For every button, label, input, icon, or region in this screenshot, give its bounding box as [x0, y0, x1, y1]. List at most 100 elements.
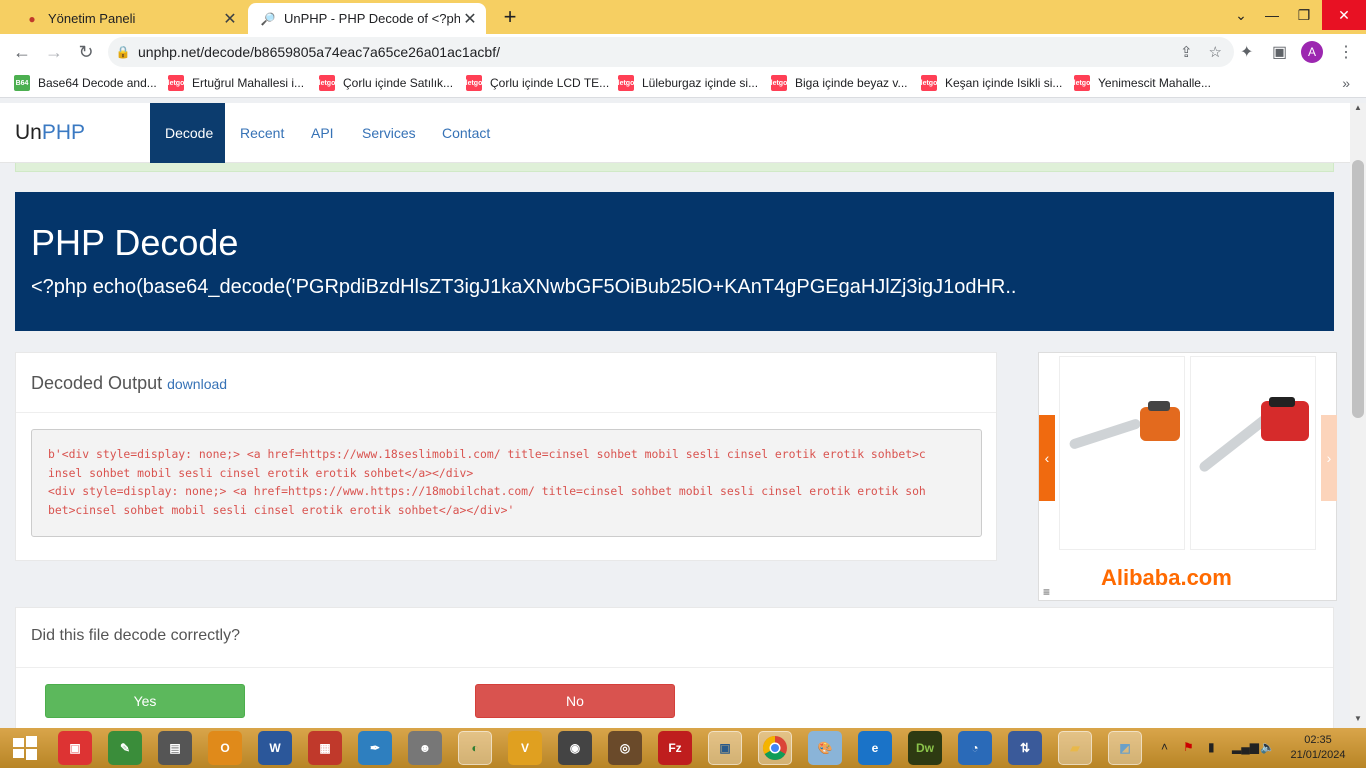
start-button[interactable]: [8, 731, 42, 765]
chainsaw-image: [1069, 401, 1180, 449]
bookmark-item[interactable]: letgo Biga içinde beyaz v...: [771, 75, 908, 91]
taskbar: ▣ ✎ ▤ O W ▦ ✒ ☻ ◐ V ◉ ◎ Fz ▣ 🎨 e Dw ◔ ⇅ …: [0, 728, 1366, 768]
scroll-down-icon[interactable]: ▼: [1350, 714, 1366, 723]
nav-api[interactable]: API: [296, 103, 349, 163]
paint-icon[interactable]: 🎨: [808, 731, 842, 765]
code-line: <div style=display: none;> <a href=https…: [48, 484, 926, 498]
code-line: b'<div style=display: none;> <a href=htt…: [48, 447, 926, 461]
new-tab-button[interactable]: +: [498, 4, 522, 30]
chevron-left-icon[interactable]: ‹: [1039, 415, 1055, 501]
dreamweaver-leaf-icon[interactable]: ◐: [458, 731, 492, 765]
bookmark-item[interactable]: B64 Base64 Decode and...: [14, 75, 157, 91]
device-app-icon[interactable]: ▤: [158, 731, 192, 765]
bookmark-item[interactable]: letgo Yenimescit Mahalle...: [1074, 75, 1211, 91]
bookmark-label: Lüleburgaz içinde si...: [642, 76, 759, 90]
forward-icon[interactable]: →: [42, 40, 66, 64]
star-icon[interactable]: ☆: [1209, 43, 1222, 61]
window-app-icon[interactable]: ▣: [708, 731, 742, 765]
letgo-icon: letgo: [319, 75, 335, 91]
system-clock[interactable]: 02:35 21/01/2024: [1288, 733, 1348, 763]
chevron-up-icon[interactable]: ˄: [1161, 740, 1168, 754]
back-icon[interactable]: ←: [10, 40, 34, 64]
outlook-icon[interactable]: O: [208, 731, 242, 765]
word-icon[interactable]: W: [258, 731, 292, 765]
download-link[interactable]: download: [167, 376, 227, 392]
advertisement[interactable]: ‹ › Alibaba.com ≡: [1038, 352, 1337, 601]
camera-app-icon[interactable]: ▣: [58, 731, 92, 765]
letgo-icon: letgo: [168, 75, 184, 91]
puzzle-icon[interactable]: ✦: [1240, 42, 1253, 62]
filezilla-icon[interactable]: Fz: [658, 731, 692, 765]
tab-unphp[interactable]: 🔎 UnPHP - PHP Decode of <?php e ✕: [248, 3, 486, 34]
brand-un: Un: [15, 121, 42, 144]
scroll-thumb[interactable]: [1352, 160, 1364, 418]
game-app-icon[interactable]: ◎: [608, 731, 642, 765]
chevron-right-icon[interactable]: ›: [1321, 415, 1337, 501]
feedback-panel: Did this file decode correctly? Yes No: [15, 607, 1334, 728]
bookmark-label: Çorlu içinde Satılık...: [343, 76, 454, 90]
code-line: insel sohbet mobil sesli cinsel erotik e…: [48, 465, 474, 480]
page-scrollbar[interactable]: ▲ ▼: [1350, 103, 1366, 728]
site-logo[interactable]: UnPHP: [15, 121, 85, 145]
bookmark-item[interactable]: letgo Lüleburgaz içinde si...: [618, 75, 758, 91]
bookmark-item[interactable]: letgo Çorlu içinde Satılık...: [319, 75, 453, 91]
chainsaw-image: [1199, 397, 1309, 472]
page-title: PHP Decode: [31, 222, 239, 263]
pen-app-icon[interactable]: ✎: [108, 731, 142, 765]
ad-product-card[interactable]: [1190, 356, 1316, 550]
feather-app-icon[interactable]: ✒: [358, 731, 392, 765]
media-app-icon[interactable]: ◉: [558, 731, 592, 765]
dreamweaver-icon[interactable]: Dw: [908, 731, 942, 765]
bookmark-item[interactable]: letgo Ertuğrul Mahallesi i...: [168, 75, 304, 91]
nav-services[interactable]: Services: [347, 103, 431, 163]
ad-product-card[interactable]: [1059, 356, 1185, 550]
battery-icon[interactable]: ▮: [1208, 740, 1215, 754]
share-icon[interactable]: ⇪: [1180, 43, 1193, 61]
panel-title: Decoded Output: [31, 373, 163, 393]
close-icon[interactable]: ✕: [220, 9, 240, 29]
no-button[interactable]: No: [475, 684, 675, 718]
menu-dots-icon[interactable]: ⋮: [1338, 42, 1354, 62]
tab-title: Yönetim Paneli: [48, 11, 136, 26]
avatar[interactable]: A: [1301, 41, 1323, 63]
disc-app-icon[interactable]: ◔: [958, 731, 992, 765]
alibaba-logo[interactable]: Alibaba.com: [1101, 565, 1232, 591]
flag-icon[interactable]: ⚑: [1183, 740, 1194, 754]
network-app-icon[interactable]: ⇅: [1008, 731, 1042, 765]
nav-contact[interactable]: Contact: [427, 103, 505, 163]
chevron-right-icon[interactable]: »: [1342, 75, 1350, 91]
character-app-icon[interactable]: ☻: [408, 731, 442, 765]
bookmark-item[interactable]: letgo Keşan içinde Isikli si...: [921, 75, 1062, 91]
bookmark-item[interactable]: letgo Çorlu içinde LCD TE...: [466, 75, 609, 91]
nav-recent[interactable]: Recent: [225, 103, 299, 163]
ad-menu-icon[interactable]: ≡: [1043, 585, 1050, 599]
reload-icon[interactable]: ↻: [74, 40, 98, 64]
volume-icon[interactable]: 🔈: [1260, 740, 1275, 754]
tab-strip: ● Yönetim Paneli ✕ 🔎 UnPHP - PHP Decode …: [0, 0, 1366, 34]
magnifier-icon: 🔎: [260, 11, 276, 26]
archive-app-icon[interactable]: ▦: [308, 731, 342, 765]
restore-button[interactable]: ❐: [1290, 0, 1318, 30]
window-close-button[interactable]: ✕: [1322, 0, 1366, 30]
signal-icon[interactable]: ▂▄▆: [1232, 740, 1259, 754]
chevron-down-icon[interactable]: ⌄: [1228, 0, 1254, 30]
scroll-up-icon[interactable]: ▲: [1350, 103, 1366, 112]
nav-decode[interactable]: Decode: [150, 103, 225, 163]
bookmark-label: Biga içinde beyaz v...: [795, 76, 908, 90]
tab-yonetim-paneli[interactable]: ● Yönetim Paneli ✕: [8, 3, 246, 34]
chrome-logo: [762, 736, 787, 761]
windows-icon: [13, 736, 37, 760]
v-app-icon[interactable]: V: [508, 731, 542, 765]
yes-button[interactable]: Yes: [45, 684, 245, 718]
edge-icon[interactable]: e: [858, 731, 892, 765]
address-bar[interactable]: 🔒 unphp.net/decode/b8659805a74eac7a65ce2…: [108, 37, 1234, 67]
chrome-icon[interactable]: [758, 731, 792, 765]
sidepanel-icon[interactable]: ▣: [1272, 42, 1287, 62]
close-icon[interactable]: ✕: [460, 9, 480, 29]
site-navbar: UnPHP Decode Recent API Services Contact: [0, 103, 1350, 163]
letgo-icon: letgo: [618, 75, 634, 91]
folder-icon[interactable]: ▰: [1058, 731, 1092, 765]
notepad-app-icon[interactable]: ◩: [1108, 731, 1142, 765]
decoded-code-block[interactable]: b'<div style=display: none;> <a href=htt…: [31, 429, 982, 537]
minimize-button[interactable]: —: [1258, 0, 1286, 30]
